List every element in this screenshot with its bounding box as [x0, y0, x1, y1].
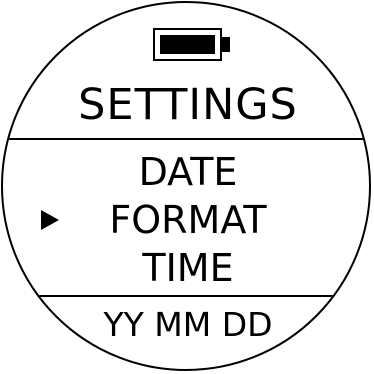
watch-face: SETTINGS DATE FORMAT TIME YY MM DD: [1, 1, 371, 371]
battery-level-fill: [160, 35, 215, 54]
screen-title: SETTINGS: [78, 80, 298, 130]
menu-item-date[interactable]: DATE: [3, 148, 369, 196]
battery-body: [153, 28, 222, 61]
battery-icon: [153, 28, 232, 61]
top-divider: [3, 138, 369, 140]
battery-terminal: [222, 37, 230, 52]
menu-item-time[interactable]: TIME: [3, 244, 369, 292]
menu-item-format[interactable]: FORMAT: [3, 196, 369, 244]
current-format-value: YY MM DD: [103, 305, 273, 344]
bottom-divider: [3, 295, 369, 297]
